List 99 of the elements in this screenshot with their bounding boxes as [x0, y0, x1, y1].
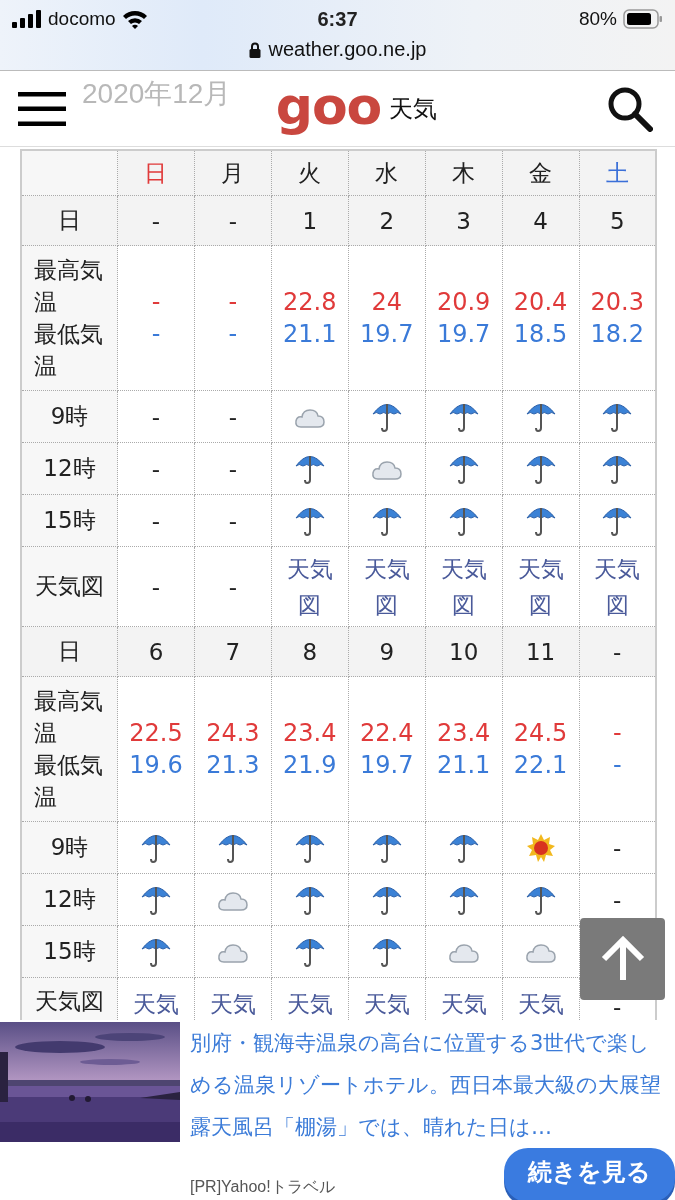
low-temp: 19.7: [359, 750, 415, 781]
high-temp: 24: [370, 287, 403, 318]
low-temp: 21.1: [435, 750, 492, 781]
day-number: 7: [225, 638, 241, 665]
url-text[interactable]: weather.goo.ne.jp: [268, 38, 427, 61]
day-number: 11: [525, 638, 556, 665]
ad-source: [PR]Yahoo!トラベル: [190, 1177, 335, 1197]
high-temp: 20.4: [512, 287, 569, 318]
low-temp: 19.7: [435, 319, 492, 350]
day-number: 5: [609, 207, 625, 234]
scroll-top-button[interactable]: [580, 918, 665, 1000]
high-temp: 23.4: [435, 718, 492, 749]
row-label: 9時: [50, 403, 89, 429]
row-label: 最低気温: [33, 751, 104, 812]
low-temp: -: [150, 319, 162, 350]
lock-icon: [248, 41, 261, 58]
high-temp: 24.5: [512, 718, 569, 749]
low-temp: 19.7: [359, 319, 415, 350]
ad-description[interactable]: 別府・観海寺温泉の高台に位置する3世代で楽しめる温泉リゾートホテル。西日本最大級の大展望露天風呂「棚湯」では、晴れた日は…: [190, 1020, 668, 1148]
menu-icon: [18, 91, 66, 126]
cloud-icon: [370, 459, 403, 481]
day-number: 3: [456, 207, 471, 234]
high-temp: -: [611, 718, 623, 749]
low-temp: 18.2: [589, 319, 645, 350]
battery-icon: [623, 9, 663, 29]
row-label: 最低気温: [33, 320, 104, 381]
day-number: 1: [302, 207, 318, 234]
day-number: 9: [379, 638, 395, 665]
low-temp: -: [227, 319, 239, 350]
high-temp: 22.8: [282, 287, 338, 318]
weekday-label: 金: [529, 159, 553, 186]
low-temp: -: [611, 750, 623, 781]
page-title: 2020年12月: [82, 77, 232, 111]
cloud-icon: [524, 942, 557, 964]
weekday-label: 火: [298, 159, 322, 186]
cloud-icon: [216, 890, 249, 912]
high-temp: 20.3: [589, 287, 645, 318]
weekday-label: 木: [452, 159, 476, 186]
low-temp: 19.6: [128, 750, 184, 781]
search-button[interactable]: [607, 85, 653, 132]
low-temp: 18.5: [512, 319, 569, 350]
read-more-button[interactable]: 続きを見る: [504, 1148, 675, 1200]
weekday-label: 水: [375, 159, 399, 186]
row-label: 日: [58, 207, 81, 233]
wifi-icon: [121, 9, 148, 29]
empty-mark: -: [613, 834, 622, 861]
day-number: -: [151, 207, 161, 234]
empty-mark: -: [151, 455, 161, 482]
day-number: -: [228, 207, 238, 234]
day-number: 4: [533, 207, 548, 234]
row-label: 天気図: [35, 988, 104, 1014]
cloud-icon: [216, 942, 249, 964]
battery-percent: 80%: [578, 8, 617, 30]
weekday-label: 日: [144, 159, 168, 186]
signal-icon: [12, 10, 42, 28]
day-number: -: [613, 638, 622, 665]
row-label: 最高気温: [33, 687, 104, 748]
row-label: 12時: [43, 455, 96, 481]
cloud-icon: [447, 942, 480, 964]
row-label: 9時: [50, 834, 89, 860]
empty-mark: -: [228, 573, 238, 600]
sun-icon: [525, 832, 556, 863]
row-label: 日: [58, 638, 81, 664]
high-temp: 22.4: [359, 718, 415, 749]
high-temp: 20.9: [435, 287, 492, 318]
weekday-label: 土: [605, 159, 629, 186]
day-number: 2: [379, 207, 395, 234]
low-temp: 21.9: [282, 750, 338, 781]
clock-time: 6:37: [317, 7, 358, 31]
row-label: 天気図: [35, 573, 104, 599]
empty-mark: -: [228, 507, 238, 534]
weekday-label: 月: [221, 159, 245, 186]
row-label: 15時: [43, 507, 96, 533]
empty-mark: -: [613, 886, 622, 913]
high-temp: 23.4: [282, 718, 338, 749]
empty-mark: -: [228, 403, 238, 430]
empty-mark: -: [151, 507, 161, 534]
row-label: 12時: [43, 886, 96, 912]
low-temp: 21.1: [282, 319, 338, 350]
high-temp: -: [150, 287, 162, 318]
empty-mark: -: [228, 455, 238, 482]
empty-mark: -: [613, 994, 622, 1020]
carrier-name: docomo: [48, 8, 116, 30]
search-icon: [607, 85, 653, 132]
row-label: 最高気温: [33, 256, 104, 317]
low-temp: 22.1: [512, 750, 569, 781]
day-number: 8: [302, 638, 318, 665]
empty-mark: -: [151, 403, 161, 430]
high-temp: 24.3: [205, 718, 261, 749]
low-temp: 21.3: [205, 750, 261, 781]
row-label: 15時: [43, 938, 96, 964]
cloud-icon: [293, 407, 326, 429]
high-temp: 22.5: [128, 718, 184, 749]
section-title: 天気: [389, 93, 438, 125]
menu-button[interactable]: [18, 91, 66, 126]
empty-mark: -: [151, 573, 161, 600]
high-temp: -: [227, 287, 239, 318]
day-number: 10: [449, 638, 479, 665]
day-number: 6: [148, 638, 164, 665]
